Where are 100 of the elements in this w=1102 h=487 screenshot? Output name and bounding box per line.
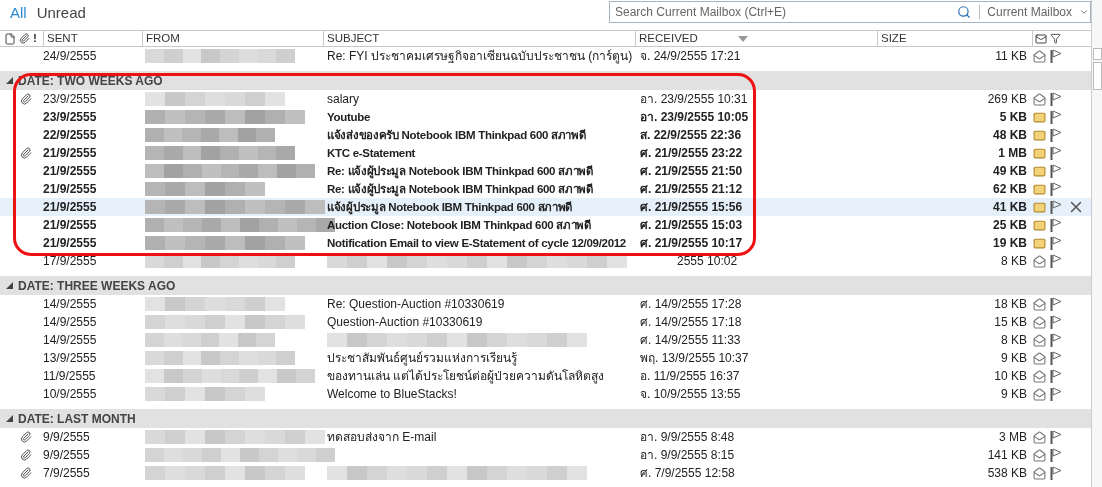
sent-date: 14/9/2555	[43, 315, 97, 329]
flag-icon[interactable]	[1050, 146, 1062, 160]
flag-icon[interactable]	[1050, 315, 1062, 329]
column-header[interactable]: SIZE	[877, 31, 1032, 46]
message-size: 5 KB	[999, 110, 1027, 124]
subject-text: Notification Email to view E-Statement of cycle 12/09/2012	[327, 236, 626, 249]
message-row[interactable]: 9/9/2555 ทดสอบส่งจาก E-mail อา. 9/9/2555 8:48 3 MB	[0, 428, 1091, 446]
caret-icon[interactable]	[1079, 7, 1089, 17]
message-size: 9 KB	[1001, 351, 1027, 365]
message-row[interactable]: 17/9/2555 2555 10:02 8 KB	[0, 252, 1091, 270]
search-scope[interactable]: Current Mailbox	[980, 3, 1079, 21]
flag-icon[interactable]	[1050, 92, 1062, 106]
flag-icon[interactable]	[1050, 236, 1062, 250]
subject-text: Re: FYI ประชาคมเศรษฐกิจอาเซียนฉบับประชาชน (การ์ตูน)	[327, 49, 633, 63]
received-date: อา. 23/9/2555 10:05	[640, 110, 749, 124]
flag-icon[interactable]	[1050, 351, 1062, 365]
flag-icon[interactable]	[1050, 110, 1062, 124]
collapse-arrow-icon[interactable]	[6, 77, 13, 84]
search-icon[interactable]	[957, 5, 972, 19]
flag-icon[interactable]	[1050, 182, 1062, 196]
message-row[interactable]: 11/9/2555 ของทานเล่น แต่ได้ประโยชน์ต่อผู้ป่วยความดันโลหิตสูง อ. 11/9/2555 16:37 10 KB	[0, 367, 1091, 385]
message-size: 1 MB	[998, 146, 1027, 160]
message-row[interactable]: 21/9/2555 Notification Email to view E-Statement of cycle 12/09/2012 ศ. 21/9/2555 10:17 19 KB	[0, 234, 1091, 252]
message-row[interactable]: 14/9/2555 Question-Auction #10330619 ศ. 14/9/2555 17:18 15 KB	[0, 313, 1091, 331]
search-field[interactable]: Search Current Mailbox (Ctrl+E) Current Mailbox	[609, 1, 1091, 23]
open-envelope-icon	[1032, 297, 1046, 311]
open-envelope-icon	[1032, 448, 1046, 462]
message-row[interactable]: 21/9/2555 Re: แจ้งผู้ประมูล Notebook IBM Thinkpad 600 สภาพดี ศ. 21/9/2555 21:50 49 KB	[0, 162, 1091, 180]
message-size: 10 KB	[994, 369, 1027, 383]
subject-text: Auction Close: Notebook IBM Thinkpad 600 สภาพดี	[327, 218, 591, 231]
subject-text: ทดสอบส่งจาก E-mail	[327, 430, 437, 444]
message-row[interactable]: 13/9/2555 ประชาสัมพันธ์ศูนย์รวมแห่งการเรียนรู้ พฤ. 13/9/2555 10:37 9 KB	[0, 349, 1091, 367]
open-envelope-icon	[1032, 351, 1046, 365]
flag-icon[interactable]	[1050, 448, 1062, 462]
message-row[interactable]: 21/9/2555 แจ้งผู้ประมูล Notebook IBM Thinkpad 600 สภาพดี ศ. 21/9/2555 15:56 41 KB	[0, 198, 1091, 216]
received-date: อา. 23/9/2555 10:31	[640, 92, 748, 106]
sent-date: 7/9/2555	[43, 466, 90, 480]
subject-text: ของทานเล่น แต่ได้ประโยชน์ต่อผู้ป่วยความดันโลหิตสูง	[327, 369, 605, 383]
group-header[interactable]: DATE: THREE WEEKS AGO	[0, 276, 1091, 295]
sent-date: 14/9/2555	[43, 333, 97, 347]
subject-text: Re: Question-Auction #10330619	[327, 297, 505, 311]
collapse-arrow-icon[interactable]	[6, 282, 13, 289]
sent-date: 23/9/2555	[43, 92, 97, 106]
message-row[interactable]: 23/9/2555 Youtube อา. 23/9/2555 10:05 5 KB	[0, 108, 1091, 126]
importance-header[interactable]: !	[33, 29, 37, 48]
open-envelope-icon	[1032, 369, 1046, 383]
message-row[interactable]: 7/9/2555 ศ. 7/9/2555 12:58 538 KB	[0, 464, 1091, 482]
message-row[interactable]: 24/9/2555 Re: FYI ประชาคมเศรษฐกิจอาเซียนฉบับประชาชน (การ์ตูน) จ. 24/9/2555 17:21 11 KB	[0, 47, 1091, 65]
collapse-arrow-icon[interactable]	[6, 415, 13, 422]
message-row[interactable]: 14/9/2555 Re: Question-Auction #10330619 ศ. 14/9/2555 17:28 18 KB	[0, 295, 1091, 313]
message-row[interactable]: 21/9/2555 Re: แจ้งผู้ประมูล Notebook IBM Thinkpad 600 สภาพดี ศ. 21/9/2555 21:12 62 KB	[0, 180, 1091, 198]
subject-text: Re: แจ้งผู้ประมูล Notebook IBM Thinkpad 600 สภาพดี	[327, 164, 593, 177]
received-date: ส. 22/9/2555 22:36	[640, 128, 742, 142]
subject-text: แจ้งส่งของครับ Notebook IBM Thinkpad 600 สภาพดี	[327, 128, 586, 141]
sent-date: 14/9/2555	[43, 297, 97, 311]
sent-date: 21/9/2555	[43, 200, 97, 214]
sent-date: 10/9/2555	[43, 387, 97, 401]
open-envelope-icon	[1032, 315, 1046, 329]
flag-icon[interactable]	[1050, 387, 1062, 401]
open-envelope-icon	[1032, 466, 1046, 480]
message-size: 25 KB	[993, 218, 1027, 232]
sent-date: 21/9/2555	[43, 218, 97, 232]
filter-tab[interactable]: Unread	[36, 1, 86, 25]
document-icon[interactable]	[4, 32, 16, 45]
flag-icon[interactable]	[1050, 430, 1062, 444]
message-row[interactable]: 21/9/2555 Auction Close: Notebook IBM Thinkpad 600 สภาพดี ศ. 21/9/2555 15:03 25 KB	[0, 216, 1091, 234]
column-header[interactable]: FROM	[142, 31, 323, 46]
subject-text: Welcome to BlueStacks!	[327, 387, 457, 401]
filter-tab[interactable]: All	[10, 1, 27, 25]
column-header[interactable]: RECEIVED	[635, 31, 877, 46]
message-row[interactable]: 14/9/2555 ศ. 14/9/2555 11:33 8 KB	[0, 331, 1091, 349]
received-date: ศ. 21/9/2555 10:17	[640, 236, 743, 250]
subject-text: Re: แจ้งผู้ประมูล Notebook IBM Thinkpad 600 สภาพดี	[327, 182, 593, 195]
flag-icon[interactable]	[1050, 128, 1062, 142]
message-row[interactable]: 22/9/2555 แจ้งส่งของครับ Notebook IBM Thinkpad 600 สภาพดี ส. 22/9/2555 22:36 48 KB	[0, 126, 1091, 144]
flag-icon[interactable]	[1050, 164, 1062, 178]
received-date: อา. 9/9/2555 8:15	[640, 448, 735, 462]
message-size: 8 KB	[1001, 254, 1027, 268]
sort-arrow-icon	[737, 35, 748, 42]
column-header[interactable]: SENT	[43, 31, 142, 46]
flag-icon[interactable]	[1050, 297, 1062, 311]
flag-icon[interactable]	[1050, 254, 1062, 268]
message-row[interactable]: 21/9/2555 KTC e-Statement ศ. 21/9/2555 23:22 1 MB	[0, 144, 1091, 162]
message-size: 48 KB	[993, 128, 1027, 142]
flag-icon[interactable]	[1050, 200, 1062, 214]
group-header[interactable]: DATE: LAST MONTH	[0, 409, 1091, 428]
flag-icon[interactable]	[1050, 369, 1062, 383]
flag-icon[interactable]	[1050, 218, 1062, 232]
flag-filter-icon[interactable]	[1050, 33, 1061, 44]
flag-icon[interactable]	[1050, 466, 1062, 480]
sent-date: 9/9/2555	[43, 430, 90, 444]
flag-icon[interactable]	[1050, 49, 1062, 63]
received-date: ศ. 14/9/2555 11:33	[640, 333, 741, 347]
message-row[interactable]: 9/9/2555 อา. 9/9/2555 8:15 141 KB	[0, 446, 1091, 464]
paperclip-icon[interactable]	[19, 33, 30, 44]
message-size: 141 KB	[987, 448, 1027, 462]
column-header[interactable]: SUBJECT	[323, 31, 635, 46]
message-row[interactable]: 10/9/2555 Welcome to BlueStacks! จ. 10/9/2555 13:55 9 KB	[0, 385, 1091, 403]
flag-icon[interactable]	[1050, 333, 1062, 347]
message-row[interactable]: 23/9/2555 salary อา. 23/9/2555 10:31 269 KB	[0, 90, 1091, 108]
